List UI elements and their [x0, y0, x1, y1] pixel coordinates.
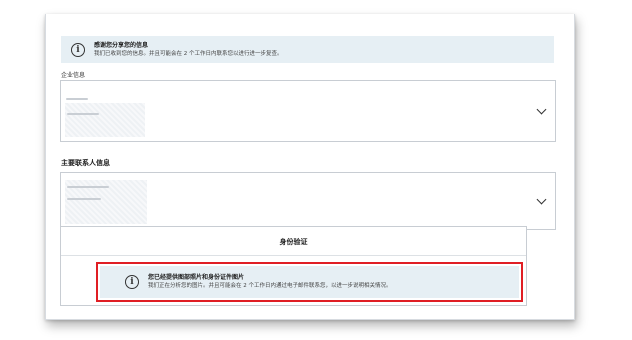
- notice-body: 我们已收到您的信息。并且可能会在 2 个工作日内联系您以进行进一步复查。: [94, 50, 283, 57]
- redacted-field: [66, 98, 88, 100]
- notice-texts: 感谢您分享您的信息 我们已收到您的信息。并且可能会在 2 个工作日内联系您以进行…: [94, 41, 283, 59]
- info-icon: i: [71, 42, 85, 57]
- highlight-box: [96, 262, 523, 302]
- company-info-label: 企业信息: [61, 72, 86, 79]
- contact-info-heading: 主要联系人信息: [61, 159, 110, 167]
- chevron-down-icon[interactable]: [536, 104, 547, 115]
- company-info-card[interactable]: [60, 80, 556, 142]
- chevron-down-icon[interactable]: [536, 194, 547, 205]
- contact-info-card[interactable]: [60, 172, 556, 230]
- submission-notice: i 感谢您分享您的信息 我们已收到您的信息。并且可能会在 2 个工作日内联系您以…: [61, 36, 554, 63]
- redacted-field: [67, 198, 101, 200]
- notice-title: 感谢您分享您的信息: [94, 41, 149, 49]
- divider: [61, 255, 526, 256]
- redacted-field: [67, 113, 99, 115]
- redacted-block: [65, 103, 145, 137]
- identity-verification-heading: 身份验证: [279, 238, 308, 246]
- redacted-field: [67, 186, 109, 188]
